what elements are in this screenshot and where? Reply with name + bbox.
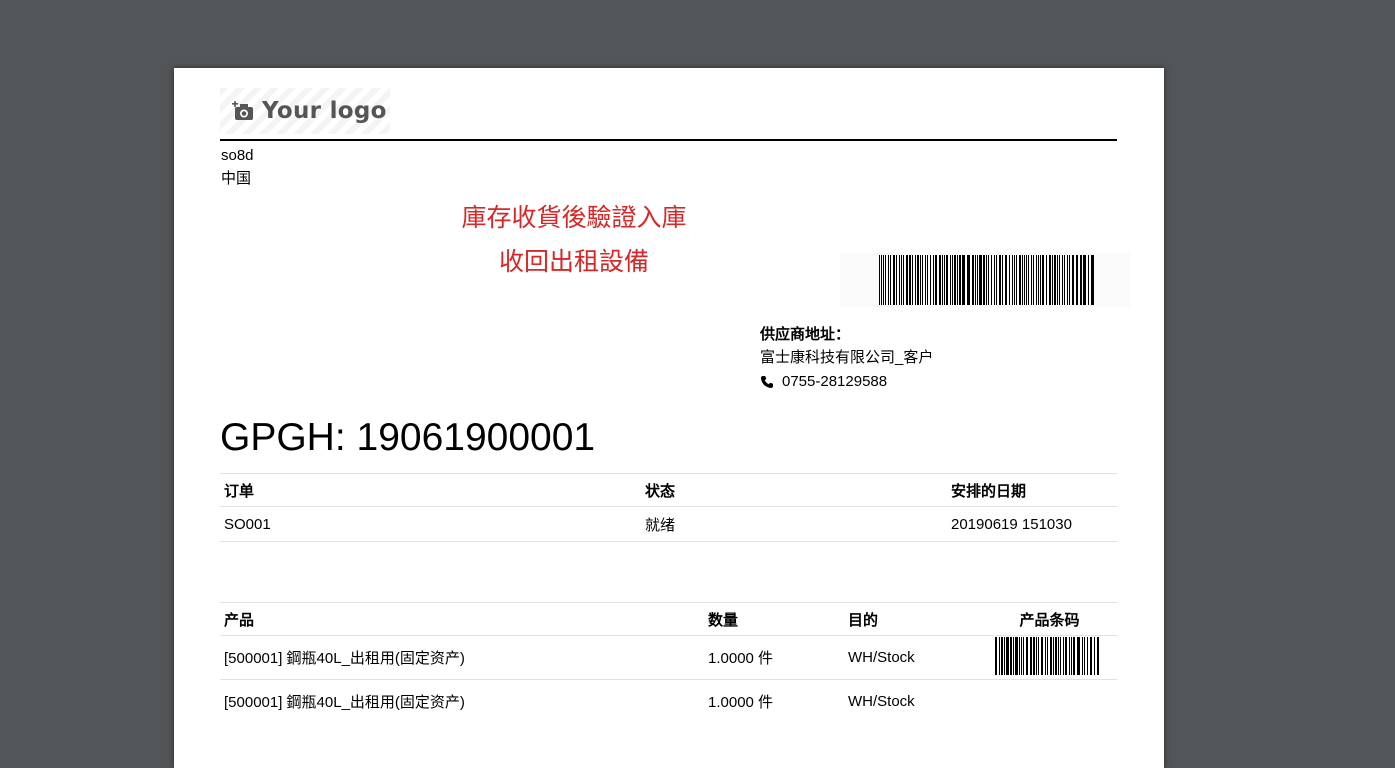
order-table: 订单 状态 安排的日期 SO001 就绪 20190619 151030 (220, 473, 1117, 542)
company-name: so8d (221, 147, 254, 164)
company-country: 中国 (221, 170, 252, 187)
product-name: [500001] 鋼瓶40L_出租用(固定资产) (220, 635, 704, 680)
vendor-label: 供应商地址： (760, 325, 851, 343)
vendor-name: 富士康科技有限公司_客户 (760, 349, 934, 366)
note-line-1: 庫存收貨後驗證入庫 (461, 203, 687, 232)
vendor-phone: 0755-28129588 (782, 373, 888, 390)
table-row: [500001] 鋼瓶40L_出租用(固定资产) 1.0000 件 WH/Sto… (220, 635, 1117, 680)
document-page: Your logo so8d 中国 庫存收貨後驗證入庫 收回出租設備 供应商地址… (174, 68, 1164, 768)
header-quantity: 数量 (704, 602, 844, 636)
product-barcode (982, 635, 1117, 680)
order-status: 就绪 (641, 506, 947, 542)
phone-icon (761, 376, 773, 388)
header-divider (220, 139, 1117, 141)
product-destination: WH/Stock (848, 693, 915, 710)
document-barcode (840, 253, 1130, 307)
header-destination: 目的 (844, 602, 982, 636)
order-number: SO001 (220, 506, 641, 542)
table-row: [500001] 鋼瓶40L_出租用(固定资产) 1.0000 件 WH/Sto… (220, 680, 1117, 724)
note-line-2: 收回出租設備 (498, 247, 649, 276)
order-date: 20190619 151030 (947, 506, 1117, 542)
document-title: GPGH: 19061900001 (220, 416, 596, 459)
product-destination: WH/Stock (844, 635, 982, 680)
header-product: 产品 (220, 602, 704, 636)
header-order: 订单 (220, 473, 641, 507)
product-quantity: 1.0000 件 (704, 635, 844, 680)
header-status: 状态 (641, 473, 947, 507)
camera-plus-icon (232, 101, 253, 120)
product-name: [500001] 鋼瓶40L_出租用(固定资产) (224, 694, 465, 711)
product-barcode-empty (982, 680, 1117, 724)
table-row: SO001 就绪 20190619 151030 (220, 506, 1117, 542)
product-quantity: 1.0000 件 (708, 694, 774, 711)
logo-text: Your logo (262, 98, 387, 124)
company-logo: Your logo (220, 88, 390, 134)
company-address: so8d 中国 (221, 144, 254, 190)
product-table: 产品 数量 目的 产品条码 [500001] 鋼瓶40L_出租用(固定资产) 1… (220, 602, 1117, 723)
vendor-address: 供应商地址： 富士康科技有限公司_客户 0755-28129588 (760, 322, 933, 394)
header-scheduled-date: 安排的日期 (947, 473, 1117, 507)
annotation-note: 庫存收貨後驗證入庫 收回出租設備 (424, 196, 724, 284)
header-product-barcode: 产品条码 (982, 602, 1117, 636)
